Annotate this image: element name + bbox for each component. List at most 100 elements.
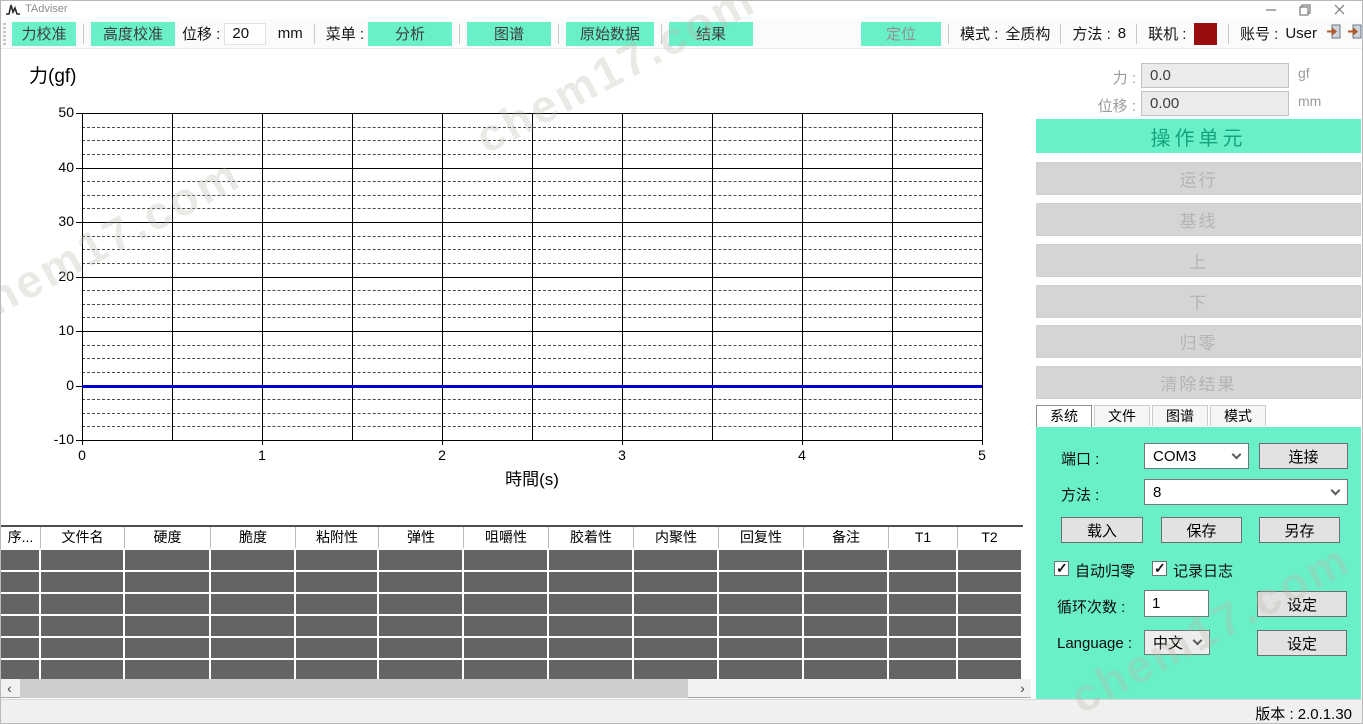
method-select-value: 8 xyxy=(1153,484,1161,501)
table-cell xyxy=(549,660,634,680)
force-calibration-button[interactable]: 力校准 xyxy=(12,22,76,46)
table-cell xyxy=(634,660,719,680)
log-checkbox[interactable] xyxy=(1152,561,1167,576)
table-cell xyxy=(464,638,549,658)
column-header[interactable]: 脆度 xyxy=(211,527,296,548)
cycles-input[interactable]: 1 xyxy=(1144,590,1209,617)
language-select[interactable]: 中文 xyxy=(1144,630,1210,655)
app-window: TAdviser 力校准 高度校准 位移 : 20 mm 菜单 : 分析 图谱 … xyxy=(0,0,1363,724)
logout-icon[interactable] xyxy=(1347,24,1362,44)
close-button[interactable] xyxy=(1322,1,1356,18)
language-set-button[interactable]: 设定 xyxy=(1257,630,1347,656)
clear-results-button[interactable]: 清除结果 xyxy=(1036,366,1361,399)
menu-item-analysis[interactable]: 分析 xyxy=(368,22,452,46)
port-select[interactable]: COM3 xyxy=(1144,443,1249,469)
column-header[interactable]: 粘附性 xyxy=(296,527,379,548)
minimize-button[interactable] xyxy=(1254,1,1288,18)
tab-graph[interactable]: 图谱 xyxy=(1152,405,1208,426)
cycles-set-button[interactable]: 设定 xyxy=(1257,591,1347,617)
locate-button[interactable]: 定位 xyxy=(861,22,941,46)
tab-system[interactable]: 系统 xyxy=(1036,405,1092,427)
auto-zero-checkbox[interactable] xyxy=(1054,561,1069,576)
table-cell xyxy=(634,572,719,592)
table-cell xyxy=(1,638,41,658)
save-as-button[interactable]: 另存 xyxy=(1259,517,1340,543)
column-header[interactable]: 咀嚼性 xyxy=(464,527,549,548)
table-cell xyxy=(296,660,379,680)
table-cell xyxy=(211,572,296,592)
scroll-right-arrow[interactable]: › xyxy=(1014,679,1031,697)
run-button[interactable]: 运行 xyxy=(1036,162,1361,195)
table-cell xyxy=(125,638,211,658)
column-header[interactable]: 序... xyxy=(1,527,41,548)
table-cell xyxy=(889,572,958,592)
column-header[interactable]: 弹性 xyxy=(379,527,464,548)
down-button[interactable]: 下 xyxy=(1036,285,1361,318)
main-area: 力(gf) 50403020100-10012345 時間(s) 序...文件名… xyxy=(1,49,1363,701)
restore-button[interactable] xyxy=(1288,1,1322,18)
horizontal-scrollbar[interactable]: ‹ › xyxy=(1,679,1031,698)
displacement-unit-label: mm xyxy=(1298,93,1321,109)
table-cell xyxy=(958,660,1021,680)
table-cell xyxy=(379,616,464,636)
force-unit-label: gf xyxy=(1298,65,1310,81)
column-header[interactable]: 胶着性 xyxy=(549,527,634,548)
column-header[interactable]: 文件名 xyxy=(41,527,125,548)
table-row[interactable] xyxy=(1,616,1023,636)
toolbar-grip[interactable] xyxy=(3,23,6,45)
load-button[interactable]: 载入 xyxy=(1061,517,1143,543)
login-icon[interactable] xyxy=(1326,24,1341,44)
gridline-vertical xyxy=(712,113,713,440)
port-label: 端口 : xyxy=(1061,448,1099,469)
table-cell xyxy=(1,594,41,614)
height-calibration-button[interactable]: 高度校准 xyxy=(91,22,175,46)
column-header[interactable]: T2 xyxy=(958,527,1021,548)
displacement-input[interactable]: 20 xyxy=(224,23,265,45)
method-select[interactable]: 8 xyxy=(1144,479,1348,505)
column-header[interactable]: 内聚性 xyxy=(634,527,719,548)
menu-item-raw-data[interactable]: 原始数据 xyxy=(566,22,654,46)
table-cell xyxy=(464,660,549,680)
chevron-down-icon xyxy=(1232,449,1242,459)
chevron-down-icon xyxy=(1193,636,1203,646)
connect-button[interactable]: 连接 xyxy=(1259,443,1348,469)
scrollbar-thumb[interactable] xyxy=(20,679,688,698)
menu-item-result[interactable]: 结果 xyxy=(669,22,753,46)
baseline-button[interactable]: 基线 xyxy=(1036,203,1361,236)
language-label: Language : xyxy=(1057,635,1132,652)
plot-area: 50403020100-10012345 xyxy=(82,113,982,440)
table-cell xyxy=(464,594,549,614)
operate-unit-button[interactable]: 操作单元 xyxy=(1036,119,1361,153)
zero-button[interactable]: 归零 xyxy=(1036,325,1361,358)
table-cell xyxy=(804,616,889,636)
tab-mode[interactable]: 模式 xyxy=(1210,405,1266,426)
x-tick-label: 4 xyxy=(792,447,812,463)
column-header[interactable]: 回复性 xyxy=(719,527,804,548)
tab-file[interactable]: 文件 xyxy=(1094,405,1150,426)
table-cell xyxy=(634,616,719,636)
y-tick-label: 0 xyxy=(38,377,74,393)
column-header[interactable]: T1 xyxy=(889,527,958,548)
table-cell xyxy=(719,616,804,636)
table-cell xyxy=(719,572,804,592)
table-row[interactable] xyxy=(1,550,1023,570)
scroll-left-arrow[interactable]: ‹ xyxy=(1,679,18,697)
column-header[interactable]: 硬度 xyxy=(125,527,211,548)
table-cell xyxy=(211,660,296,680)
column-header[interactable]: 备注 xyxy=(804,527,889,548)
table-cell xyxy=(549,638,634,658)
scrollbar-track[interactable] xyxy=(18,679,1014,697)
table-row[interactable] xyxy=(1,572,1023,592)
table-row[interactable] xyxy=(1,594,1023,614)
table-row[interactable] xyxy=(1,660,1023,680)
save-button[interactable]: 保存 xyxy=(1161,517,1242,543)
table-row[interactable] xyxy=(1,638,1023,658)
gridline-vertical xyxy=(622,113,623,440)
up-button[interactable]: 上 xyxy=(1036,244,1361,277)
table-cell xyxy=(211,594,296,614)
table-cell xyxy=(41,594,125,614)
table-cell xyxy=(379,550,464,570)
toolbar-separator xyxy=(314,24,315,44)
menu-item-graph[interactable]: 图谱 xyxy=(467,22,551,46)
table-cell xyxy=(1,616,41,636)
